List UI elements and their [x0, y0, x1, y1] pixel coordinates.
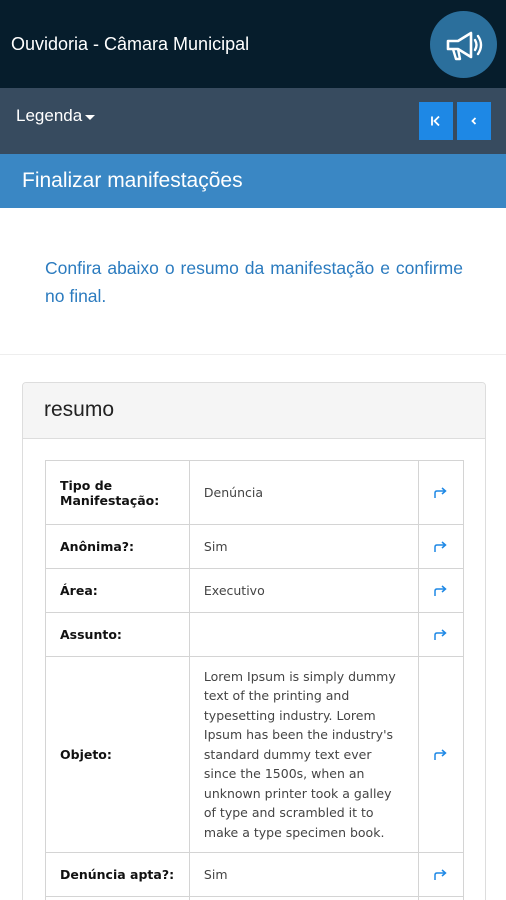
megaphone-icon — [446, 31, 482, 60]
row-value: Sim — [188, 852, 420, 897]
row-value: Denúncia — [188, 460, 420, 525]
edit-button[interactable] — [418, 656, 464, 853]
page-title: Finalizar manifestações — [22, 169, 243, 192]
chevron-left-icon — [471, 117, 477, 125]
page-header: Finalizar manifestações — [0, 154, 506, 208]
table-row: Tipo de Manifestação: Denúncia — [45, 460, 464, 525]
share-arrow-icon — [434, 585, 447, 597]
skip-first-icon — [431, 115, 440, 127]
edit-button[interactable] — [418, 852, 464, 897]
summary-table: Tipo de Manifestação: Denúncia Anônima?:… — [45, 460, 464, 900]
first-page-button[interactable] — [419, 102, 453, 140]
intro-text: Confira abaixo o resumo da manifestação … — [45, 258, 463, 306]
table-row: Objeto: Lorem Ipsum is simply dummy text… — [45, 656, 464, 853]
row-value: Sim — [188, 524, 420, 569]
app-title: Ouvidoria - Câmara Municipal — [11, 34, 250, 54]
table-row — [45, 896, 464, 900]
table-row: Denúncia apta?: Sim — [45, 852, 464, 897]
legend-label: Legenda — [16, 106, 83, 125]
share-arrow-icon — [434, 749, 447, 761]
row-value — [188, 896, 420, 900]
row-label: Objeto: — [45, 656, 190, 853]
edit-button[interactable] — [418, 460, 464, 525]
divider — [0, 354, 506, 355]
row-label: Assunto: — [45, 612, 190, 657]
megaphone-button[interactable] — [430, 11, 497, 78]
table-row: Assunto: — [45, 612, 464, 657]
nav-bar: Legenda — [0, 88, 506, 154]
legend-dropdown[interactable]: Legenda — [16, 106, 96, 126]
row-label: Anônima?: — [45, 524, 190, 569]
row-value: Executivo — [188, 568, 420, 613]
share-arrow-icon — [434, 869, 447, 881]
share-arrow-icon — [434, 629, 447, 641]
share-arrow-icon — [434, 487, 447, 499]
edit-button[interactable] — [418, 524, 464, 569]
top-bar: Ouvidoria - Câmara Municipal — [0, 0, 506, 88]
table-row: Anônima?: Sim — [45, 524, 464, 569]
share-arrow-icon — [434, 541, 447, 553]
caret-down-icon — [85, 114, 96, 120]
row-label: Denúncia apta?: — [45, 852, 190, 897]
row-label: Área: — [45, 568, 190, 613]
summary-title: resumo — [44, 398, 115, 421]
edit-button[interactable] — [418, 612, 464, 657]
summary-panel-heading: resumo — [23, 383, 485, 439]
edit-button[interactable] — [418, 568, 464, 613]
summary-panel: resumo Tipo de Manifestação: Denúncia An… — [22, 382, 486, 900]
row-label — [45, 896, 190, 900]
previous-button[interactable] — [457, 102, 491, 140]
table-row: Área: Executivo — [45, 568, 464, 613]
row-label: Tipo de Manifestação: — [45, 460, 190, 525]
edit-button[interactable] — [418, 896, 464, 900]
row-value: Lorem Ipsum is simply dummy text of the … — [188, 656, 420, 853]
row-value — [188, 612, 420, 657]
